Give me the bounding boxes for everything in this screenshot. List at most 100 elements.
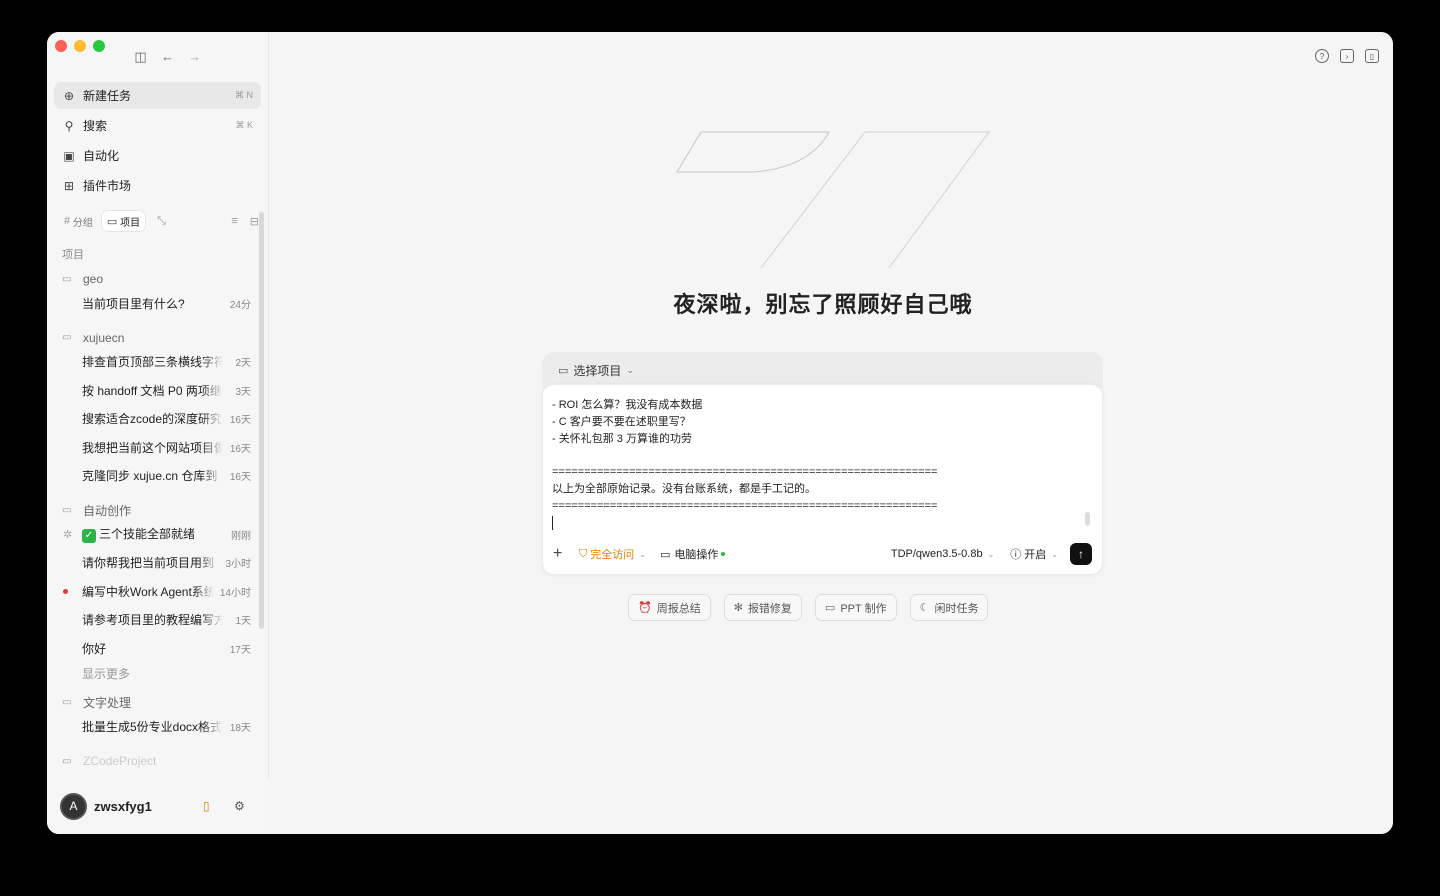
user-name[interactable]: zwsxfyg1 <box>94 799 152 814</box>
task-title: ✓ 三个技能全部就绪 <box>82 525 223 544</box>
search-label: 搜索 <box>83 119 108 133</box>
sidebar-toolbar: ◫ ← → <box>132 49 203 65</box>
sidebar-nav: ⊕ 新建任务 ⌘ N ⚲ 搜索 ⌘ K ▣ 自动化 ⊞ 插件市场 <box>54 82 261 202</box>
back-arrow-icon[interactable]: ← <box>159 49 176 65</box>
prompt-input-text[interactable]: - ROI 怎么算？我没有成本数据 - C 客户要不要在述职里写？ - 关怀礼包… <box>552 397 1042 531</box>
feature-toggle-dropdown[interactable]: ⓘ 开启 ⌄ <box>1010 546 1058 562</box>
project-filter-bar: # 分组 ▭ 项目 ⤡ ≡ ⊟ <box>59 210 259 232</box>
add-attachment-button[interactable]: + <box>553 545 565 563</box>
task-title: 排查首页顶部三条横线字符 <box>82 355 223 370</box>
gear-icon[interactable]: ⚙ <box>234 799 245 813</box>
zoom-window-button[interactable] <box>93 40 105 52</box>
suggestion-idle-task[interactable]: ☾ 闲时任务 <box>909 594 989 621</box>
suggestion-ppt[interactable]: ▭ PPT 制作 <box>814 594 897 621</box>
project-group-text-processing[interactable]: ▭ 文字处理 <box>62 693 255 713</box>
project-section-label: 项目 <box>62 249 84 261</box>
task-title: 请你帮我把当前项目用到 <box>82 556 215 571</box>
project-group-auto-creation[interactable]: ▭ 自动创作 <box>62 500 255 520</box>
project-group-geo[interactable]: ▭ geo <box>62 269 255 289</box>
access-mode-label: 完全访问 <box>590 549 635 561</box>
task-row[interactable]: 你好 17天 <box>55 634 255 663</box>
help-icon[interactable]: ? <box>1315 49 1329 63</box>
project-chip-label: 项目 <box>120 217 141 229</box>
prompt-text: - ROI 怎么算？我没有成本数据 - C 客户要不要在述职里写？ - 关怀礼包… <box>552 399 938 512</box>
suggestion-bug-fix[interactable]: ✻ 报错修复 <box>723 594 802 621</box>
archive-icon[interactable]: ⊟ <box>250 215 259 228</box>
text-caret <box>552 515 553 530</box>
shield-icon: ⛉ <box>579 547 588 560</box>
app-logo-icon <box>676 131 990 269</box>
task-title: 按 handoff 文档 P0 两项继续 <box>82 383 223 398</box>
task-title-text: 三个技能全部就绪 <box>99 527 196 542</box>
window-controls <box>55 40 105 52</box>
suggestion-label: 周报总结 <box>656 602 701 615</box>
search-shortcut: ⌘ K <box>235 120 253 130</box>
task-time: 16天 <box>229 415 251 427</box>
task-time: 24分 <box>229 299 251 311</box>
prompt-input[interactable]: - ROI 怎么算？我没有成本数据 - C 客户要不要在述职里写？ - 关怀礼包… <box>542 384 1103 575</box>
moon-icon: ☾ <box>919 602 930 614</box>
task-row[interactable]: 编写中秋Work Agent系统 14小时 <box>55 577 255 606</box>
task-row[interactable]: 请你帮我把当前项目用到 3小时 <box>55 549 255 578</box>
computer-use-toggle[interactable]: ▭ 电脑操作 <box>660 546 726 562</box>
plugin-market-label: 插件市场 <box>83 179 132 193</box>
status-dot <box>721 552 726 556</box>
project-select-dropdown[interactable]: ▭ 选择项目 ⌄ <box>542 352 1103 388</box>
filter-icon[interactable]: ≡ <box>231 215 237 228</box>
main-toolbar: ? › ▯ <box>1315 49 1379 63</box>
task-row[interactable]: 批量生成5份专业docx格式 18天 <box>55 713 255 742</box>
sidebar-toggle-icon[interactable]: ◫ <box>132 49 149 65</box>
terminal-icon[interactable]: › <box>1340 49 1354 63</box>
search-button[interactable]: ⚲ 搜索 ⌘ K <box>54 112 261 139</box>
project-group-xujuecn[interactable]: ▭ xujuecn <box>62 328 255 348</box>
task-time: 14小时 <box>219 587 251 599</box>
folder-icon: ▭ <box>62 697 72 708</box>
panel-toggle-icon[interactable]: ▯ <box>1365 49 1379 63</box>
project-filter-chip[interactable]: ▭ 项目 <box>101 211 146 231</box>
user-bar: A zwsxfyg1 ▯ ⚙ <box>47 778 269 834</box>
suggestion-weekly-report[interactable]: ⏰ 周报总结 <box>628 594 711 621</box>
suggestion-label: 闲时任务 <box>934 602 979 615</box>
task-row[interactable]: 排查首页顶部三条横线字符 2天 <box>55 348 255 377</box>
model-label: TDP/qwen3.5-0.8b <box>890 548 983 560</box>
loading-spinner-icon: ✲ <box>63 528 73 541</box>
project-group-zcodeproject[interactable]: ▭ ZCodeProject <box>62 751 255 771</box>
task-row[interactable]: 当前项目里有什么? 24分 <box>55 289 255 318</box>
info-icon: ⓘ <box>1010 549 1022 561</box>
collapse-icon[interactable]: ⤡ <box>157 215 166 228</box>
task-row[interactable]: 我想把当前这个网站项目做 16天 <box>55 433 255 462</box>
task-time: 2天 <box>235 358 251 370</box>
app-window: ◫ ← → ⊕ 新建任务 ⌘ N ⚲ 搜索 ⌘ K ▣ 自动化 ⊞ 插件市场 #… <box>47 32 1393 834</box>
task-row[interactable]: 按 handoff 文档 P0 两项继续 3天 <box>55 376 255 405</box>
chevron-down-icon: ⌄ <box>987 549 995 559</box>
sidebar-scrollbar[interactable] <box>259 212 264 629</box>
forward-arrow-icon[interactable]: → <box>186 49 203 65</box>
chevron-down-icon: ⌄ <box>639 549 646 559</box>
new-task-button[interactable]: ⊕ 新建任务 ⌘ N <box>54 82 261 109</box>
task-row[interactable]: 请参考项目里的教程编写方 1天 <box>55 606 255 635</box>
project-group-name: xujuecn <box>83 330 125 345</box>
composer: ▭ 选择项目 ⌄ - ROI 怎么算？我没有成本数据 - C 客户要不要在述职里… <box>542 352 1103 575</box>
phone-icon[interactable]: ▯ <box>203 799 210 813</box>
show-more-link[interactable]: 显示更多 <box>55 663 255 685</box>
task-title: 克隆同步 xujue.cn 仓库到 <box>82 469 218 484</box>
folder-icon: ▭ <box>558 364 569 377</box>
close-window-button[interactable] <box>55 40 67 52</box>
group-chip-label: 分组 <box>72 217 93 229</box>
task-time: 3天 <box>235 386 251 398</box>
task-row[interactable]: 搜索适合zcode的深度研究 16天 <box>55 405 255 434</box>
access-mode-dropdown[interactable]: ⛉ 完全访问 ⌄ <box>579 546 646 562</box>
task-row[interactable]: 克隆同步 xujue.cn 仓库到 16天 <box>55 462 255 491</box>
presentation-icon: ▭ <box>824 602 836 614</box>
task-row[interactable]: ✲ ✓ 三个技能全部就绪 刚刚 <box>55 520 255 549</box>
input-scrollbar[interactable] <box>1085 512 1090 526</box>
bug-icon: ✻ <box>733 602 743 614</box>
minimize-window-button[interactable] <box>74 40 86 52</box>
avatar[interactable]: A <box>60 792 87 820</box>
group-filter-chip[interactable]: # 分组 <box>59 211 98 231</box>
plugin-market-button[interactable]: ⊞ 插件市场 <box>54 172 261 199</box>
model-select-dropdown[interactable]: TDP/qwen3.5-0.8b ⌄ <box>891 548 994 560</box>
project-select-label: 选择项目 <box>573 363 622 378</box>
automation-button[interactable]: ▣ 自动化 <box>54 142 261 169</box>
send-button[interactable]: ↑ <box>1070 543 1092 565</box>
